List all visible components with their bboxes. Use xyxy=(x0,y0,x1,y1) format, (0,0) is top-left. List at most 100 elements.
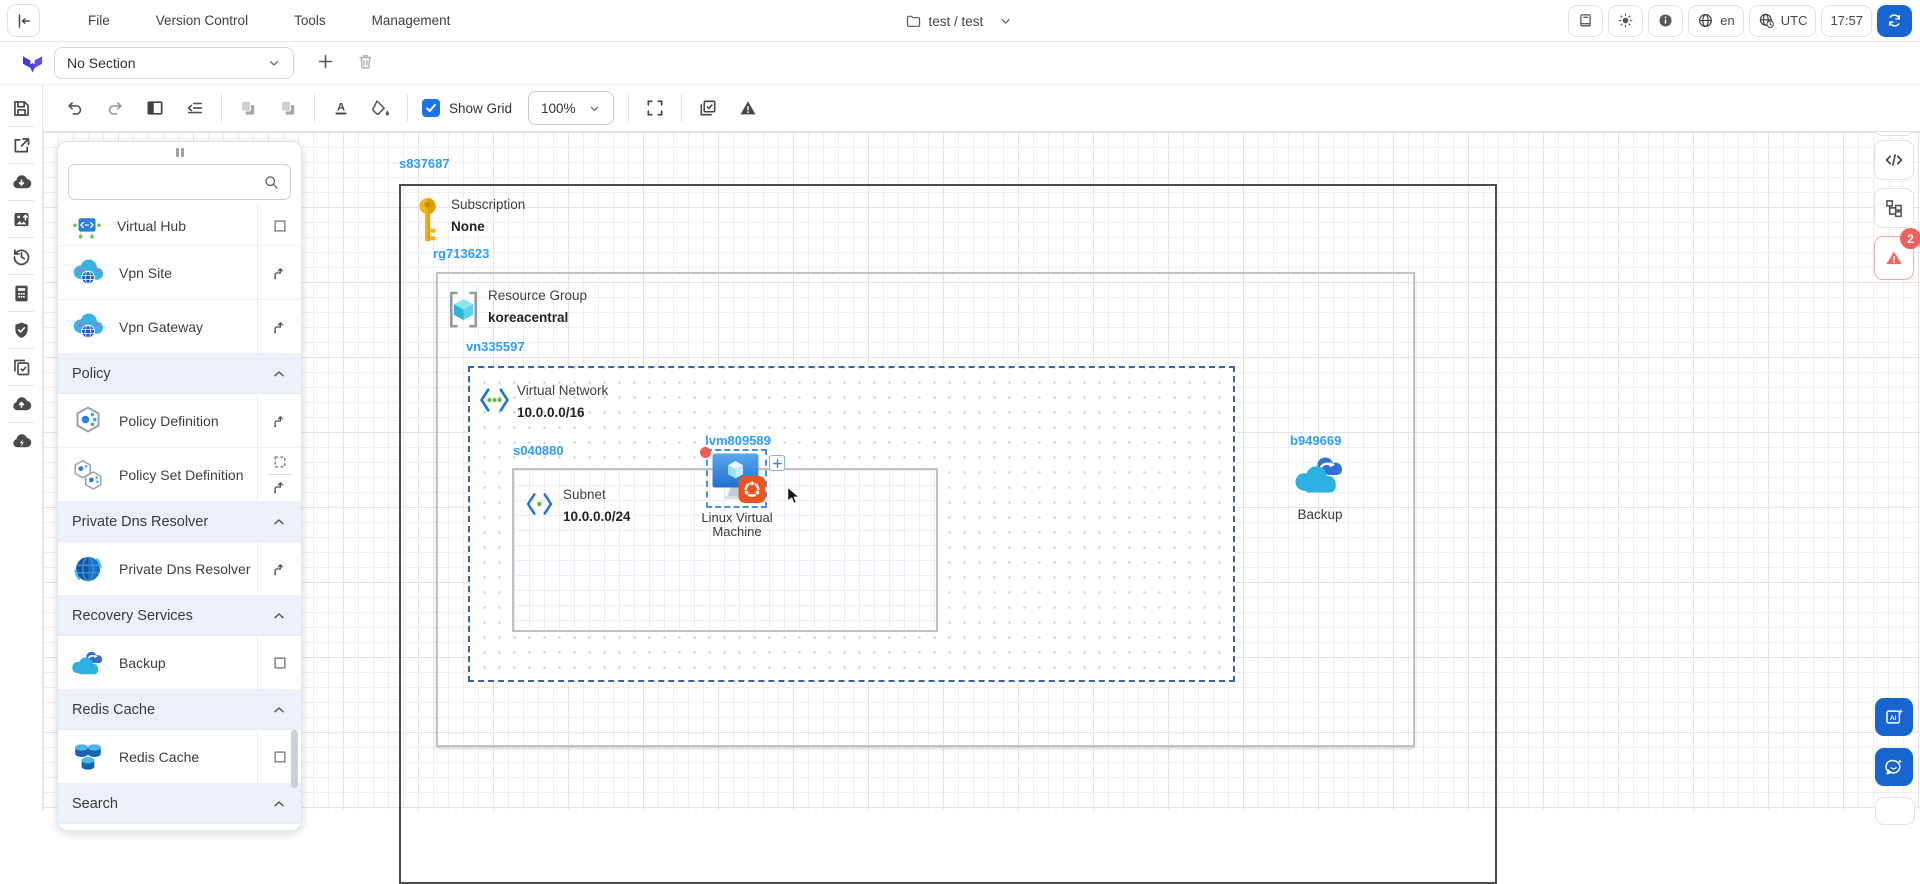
vm-add-connection-button[interactable] xyxy=(769,455,785,471)
toolbar-divider xyxy=(221,94,222,122)
timezone-button[interactable]: UTC xyxy=(1749,5,1817,37)
history-rail-button[interactable] xyxy=(8,243,34,269)
tree-view-button[interactable] xyxy=(1874,188,1914,228)
menu-file[interactable]: File xyxy=(86,9,112,32)
virtual-network-value: 10.0.0.0/16 xyxy=(517,405,608,420)
validation-errors-button[interactable]: 2 xyxy=(1874,236,1914,280)
shield-check-rail-button[interactable] xyxy=(8,317,34,343)
section-select[interactable]: No Section xyxy=(54,47,294,79)
cloud-sync-rail-button[interactable] xyxy=(8,428,34,454)
vpn-gateway-icon xyxy=(70,309,106,345)
service-item-policy-definition[interactable]: Policy Definition xyxy=(58,394,301,448)
chevron-up-icon xyxy=(271,702,287,718)
add-connector-button[interactable] xyxy=(271,412,289,430)
add-connector-button[interactable] xyxy=(271,318,289,336)
calculator-icon xyxy=(11,283,32,304)
project-switcher[interactable]: test / test xyxy=(906,0,1013,42)
fill-color-button[interactable] xyxy=(368,95,394,121)
panel-scrollbar[interactable] xyxy=(291,730,298,788)
service-item-label: Policy Definition xyxy=(119,413,257,429)
linux-vm-icon[interactable] xyxy=(711,452,767,505)
code-view-button[interactable] xyxy=(1874,140,1914,180)
chevron-up-icon xyxy=(271,608,287,624)
cloud-download-rail-button[interactable] xyxy=(8,169,34,195)
cut-off-button[interactable] xyxy=(1875,797,1915,825)
rail-divider xyxy=(8,311,34,312)
resource-group-title: Resource Group xyxy=(488,288,587,303)
add-connector-button[interactable] xyxy=(271,264,289,282)
time-button[interactable]: 17:57 xyxy=(1821,5,1872,37)
chat-sparkle-icon xyxy=(1884,757,1904,777)
chevron-up-icon xyxy=(271,514,287,530)
text-color-button[interactable]: A xyxy=(328,95,354,121)
outdent-button[interactable] xyxy=(182,95,208,121)
timezone-button-label: UTC xyxy=(1781,13,1808,28)
panel-drag-handle[interactable] xyxy=(58,142,301,156)
theme-button[interactable] xyxy=(1608,5,1643,37)
service-item-backup[interactable]: Backup xyxy=(58,636,301,690)
rail-divider xyxy=(8,422,34,423)
redo-button[interactable] xyxy=(102,95,128,121)
add-connector-button[interactable] xyxy=(271,478,289,496)
service-item-virtual-hub[interactable]: Virtual Hub xyxy=(58,206,301,246)
fullscreen-button[interactable] xyxy=(642,95,668,121)
left-tool-rail xyxy=(0,85,43,810)
warning-button[interactable] xyxy=(735,95,761,121)
service-item-private-dns-resolver[interactable]: Private Dns Resolver xyxy=(58,542,301,596)
section-header-recovery-services[interactable]: Recovery Services xyxy=(58,596,301,636)
copy-check-rail-button[interactable] xyxy=(8,354,34,380)
calculator-rail-button[interactable] xyxy=(8,280,34,306)
paste-button[interactable] xyxy=(275,95,301,121)
add-as-container-button[interactable] xyxy=(271,453,289,471)
backup-node-icon[interactable] xyxy=(1292,451,1348,499)
show-grid-toggle[interactable]: Show Grid xyxy=(422,99,512,117)
service-search-input[interactable] xyxy=(79,174,263,190)
section-header-redis-cache[interactable]: Redis Cache xyxy=(58,690,301,730)
service-item-redis-cache[interactable]: Redis Cache xyxy=(58,730,301,784)
add-section-button[interactable] xyxy=(312,50,338,76)
service-item-vpn-gateway[interactable]: Vpn Gateway xyxy=(58,300,301,354)
section-header-policy[interactable]: Policy xyxy=(58,354,301,394)
service-item-policy-set-definition[interactable]: Policy Set Definition xyxy=(58,448,301,502)
menu-version-control[interactable]: Version Control xyxy=(154,9,250,32)
save-rail-button[interactable] xyxy=(8,95,34,121)
zoom-select[interactable]: 100% xyxy=(528,91,614,125)
external-link-rail-button[interactable] xyxy=(8,132,34,158)
section-header-label: Redis Cache xyxy=(72,702,155,718)
tree-icon xyxy=(1884,198,1904,218)
image-upload-rail-button[interactable] xyxy=(8,206,34,232)
language-button[interactable]: en xyxy=(1688,5,1743,37)
side-panel-button[interactable] xyxy=(142,95,168,121)
chevron-down-icon xyxy=(998,14,1012,28)
info-button[interactable] xyxy=(1648,5,1683,37)
vm-error-dot xyxy=(700,447,711,458)
service-item-vpn-site[interactable]: Vpn Site xyxy=(58,246,301,300)
external-link-icon xyxy=(11,135,32,156)
sync-button[interactable] xyxy=(1877,5,1912,37)
add-as-container-button[interactable] xyxy=(271,748,289,766)
exit-button[interactable] xyxy=(7,4,40,37)
menu-tools[interactable]: Tools xyxy=(292,9,328,32)
svg-text:AI: AI xyxy=(1890,715,1897,722)
ai-generate-button[interactable]: AI xyxy=(1875,698,1913,736)
add-connector-button[interactable] xyxy=(271,560,289,578)
resource-group-value: koreacentral xyxy=(488,310,587,325)
svg-text:A: A xyxy=(337,102,345,114)
select-all-button[interactable] xyxy=(695,95,721,121)
add-as-container-button[interactable] xyxy=(271,654,289,672)
notes-button[interactable] xyxy=(1568,5,1603,37)
section-header-search[interactable]: Search xyxy=(58,784,301,824)
copy-button[interactable] xyxy=(235,95,261,121)
menu-management[interactable]: Management xyxy=(370,9,453,32)
feedback-chat-button[interactable] xyxy=(1875,748,1913,786)
undo-button[interactable] xyxy=(62,95,88,121)
fill-color-icon xyxy=(371,98,391,118)
rail-divider xyxy=(8,274,34,275)
cloud-upload-icon xyxy=(11,394,32,415)
shield-check-icon xyxy=(11,320,32,341)
cloud-upload-rail-button[interactable] xyxy=(8,391,34,417)
add-as-container-button[interactable] xyxy=(271,217,289,235)
show-grid-checkbox[interactable] xyxy=(422,99,440,117)
section-header-private-dns-resolver[interactable]: Private Dns Resolver xyxy=(58,502,301,542)
delete-section-button[interactable] xyxy=(352,50,378,76)
